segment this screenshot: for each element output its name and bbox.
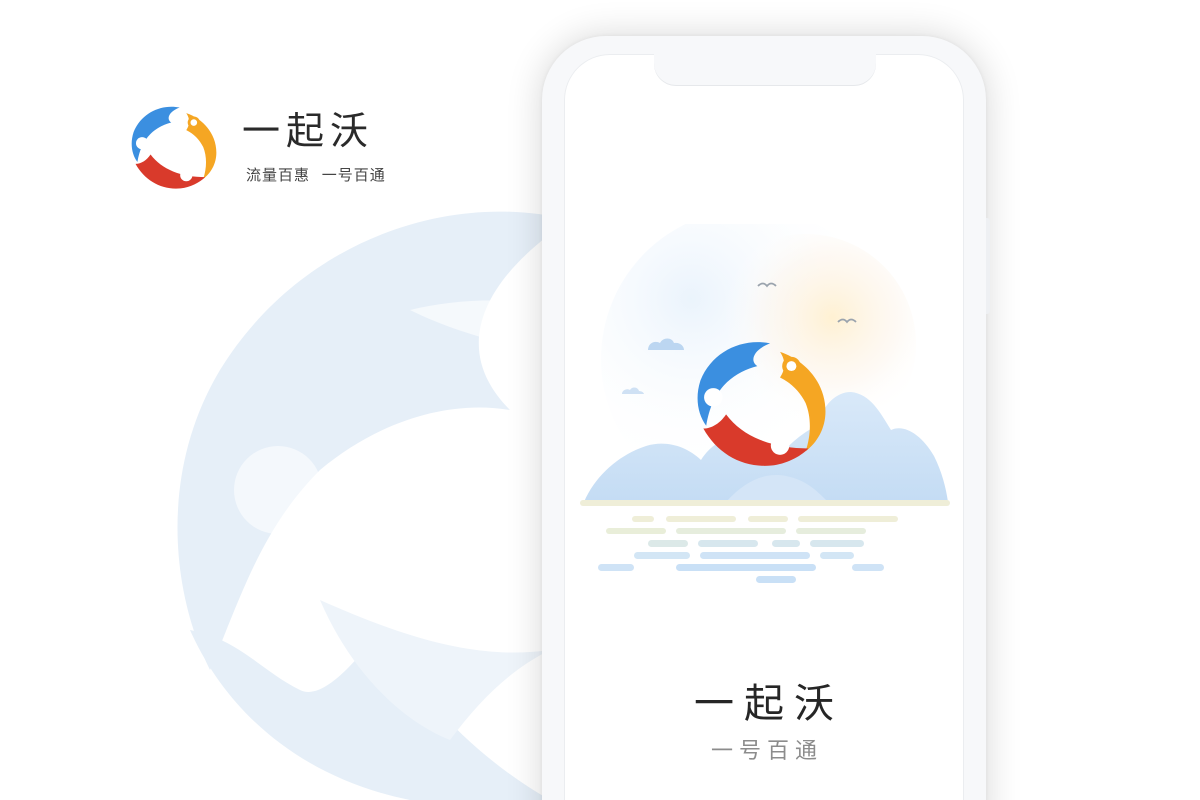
promo-stage: 一起沃 流量百惠 一号百通 一起沃 一号百通 bbox=[0, 0, 1200, 800]
splash-illustration bbox=[580, 224, 950, 583]
brand-tagline: 流量百惠 一号百通 bbox=[246, 166, 386, 184]
phone-mockup: 一起沃 一号百通 bbox=[542, 36, 990, 800]
splash-title: 一起沃 bbox=[694, 681, 844, 727]
splash-subtitle: 一号百通 bbox=[710, 739, 823, 764]
phone-notch bbox=[654, 54, 876, 86]
splash-screen: 一起沃 一号百通 bbox=[564, 54, 964, 800]
phone-side-button bbox=[986, 218, 990, 314]
brand-title: 一起沃 bbox=[242, 109, 375, 153]
brand-header: 一起沃 流量百惠 一号百通 bbox=[128, 100, 428, 196]
three-people-logo-icon bbox=[131, 106, 217, 189]
